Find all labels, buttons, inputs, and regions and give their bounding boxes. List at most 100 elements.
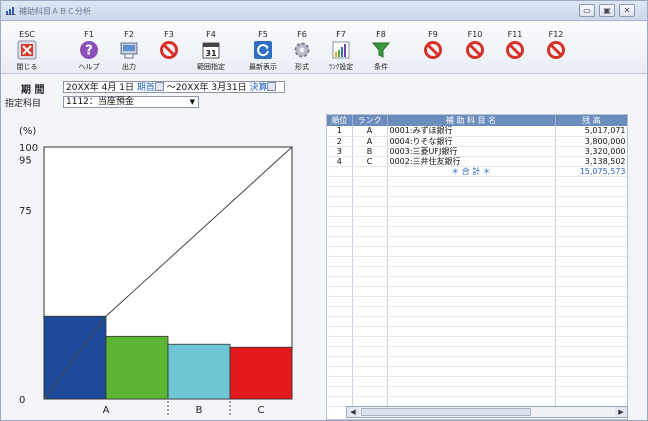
x-group-label: A xyxy=(103,405,110,416)
empty-cell xyxy=(387,276,556,287)
empty-cell xyxy=(327,296,353,307)
empty-row xyxy=(327,216,627,227)
name-cell: 0003:三菱UFJ銀行 xyxy=(387,146,556,157)
abc-chart-svg: 100 95 75 0 A B C (%) xyxy=(19,126,293,417)
account-label: 指定科目 xyxy=(5,99,42,109)
f11-button[interactable]: F11 xyxy=(493,22,537,74)
range-button[interactable]: F4 31 範囲指定 xyxy=(189,22,233,74)
empty-cell xyxy=(555,196,627,207)
x-group-label: B xyxy=(196,405,203,416)
total-value: 15,075,573 xyxy=(555,166,627,177)
empty-cell xyxy=(327,216,353,227)
chevron-down-icon: ▼ xyxy=(189,98,195,106)
col-rank-header[interactable]: 順位 xyxy=(327,115,353,126)
empty-cell xyxy=(555,296,627,307)
empty-row xyxy=(327,196,627,207)
empty-cell xyxy=(555,206,627,217)
condition-button[interactable]: F8 条件 xyxy=(359,22,403,74)
account-select[interactable]: 1112：当座預金 ▼ xyxy=(63,96,199,108)
col-name-header[interactable]: 補 助 科 目 名 xyxy=(387,115,556,126)
empty-cell xyxy=(327,396,353,407)
empty-cell xyxy=(352,246,388,257)
empty-cell xyxy=(387,306,556,317)
empty-cell xyxy=(387,376,556,387)
empty-row xyxy=(327,356,627,367)
empty-cell xyxy=(327,326,353,337)
empty-cell xyxy=(555,326,627,337)
empty-cell xyxy=(327,336,353,347)
gear-icon xyxy=(294,42,310,58)
bar xyxy=(229,346,293,400)
toolbar-label: 条件 xyxy=(374,63,388,71)
empty-row xyxy=(327,256,627,267)
empty-cell xyxy=(387,346,556,357)
empty-cell xyxy=(352,346,388,357)
total-row: ＊ 合 計 ＊ 15,075,573 xyxy=(327,166,627,177)
empty-cell xyxy=(555,336,627,347)
empty-cell xyxy=(352,236,388,247)
empty-row xyxy=(327,336,627,347)
empty-cell xyxy=(387,316,556,327)
empty-cell xyxy=(387,206,556,217)
empty-cell xyxy=(555,276,627,287)
empty-cell xyxy=(387,256,556,267)
col-class-header[interactable]: ランク xyxy=(352,115,388,126)
close-window-button[interactable]: ✕ xyxy=(619,4,635,17)
svg-text:31: 31 xyxy=(205,49,217,58)
empty-cell xyxy=(387,216,556,227)
account-row: 指定科目 1112：当座預金 ▼ xyxy=(1,96,647,110)
scroll-right-icon[interactable]: ▶ xyxy=(615,407,627,417)
scroll-left-icon[interactable]: ◀ xyxy=(347,407,359,417)
empty-cell xyxy=(555,366,627,377)
f12-button[interactable]: F12 xyxy=(534,22,578,74)
table-row[interactable]: 1 A 0001:みずほ銀行 5,017,071 xyxy=(327,126,627,137)
restore-button[interactable]: ▣ xyxy=(599,4,615,17)
empty-cell xyxy=(352,196,388,207)
fkey-label: F3 xyxy=(164,30,174,39)
fkey-label: F4 xyxy=(206,30,216,39)
f9-button[interactable]: F9 xyxy=(411,22,455,74)
empty-cell xyxy=(352,396,388,407)
period-end: 20XX年 3月31日 xyxy=(175,83,247,93)
empty-cell xyxy=(352,296,388,307)
empty-cell xyxy=(327,306,353,317)
name-cell: 0001:みずほ銀行 xyxy=(387,126,556,137)
blank-cell xyxy=(352,166,388,177)
toolbar-label: 範囲指定 xyxy=(197,63,225,71)
f10-button[interactable]: F10 xyxy=(453,22,497,74)
y-tick-label: 0 xyxy=(19,395,25,406)
fkey-label: F11 xyxy=(507,30,523,39)
ranking-table: 順位 ランク 補 助 科 目 名 残 高 1 A 0001:みずほ銀行 5,017,0… xyxy=(326,114,628,420)
table-row[interactable]: 3 B 0003:三菱UFJ銀行 3,320,000 xyxy=(327,146,627,157)
x-group-label: C xyxy=(258,405,265,416)
period-start-picker-icon[interactable] xyxy=(154,82,164,91)
empty-cell xyxy=(387,186,556,197)
empty-cell xyxy=(555,226,627,237)
table-row[interactable]: 2 A 0004:りそな銀行 3,800,000 xyxy=(327,136,627,147)
class-cell: C xyxy=(352,156,388,167)
minimize-button[interactable]: ▭ xyxy=(579,4,595,17)
empty-cell xyxy=(387,386,556,397)
fkey-label: F5 xyxy=(258,30,268,39)
period-field[interactable]: 20XX年 4月 1日 期首 ～20XX年 3月31日 決算 xyxy=(63,81,285,93)
window-title: 補助科目ＡＢＣ分析 xyxy=(19,7,91,16)
table-row[interactable]: 4 C 0002:三井住友銀行 3,138,502 xyxy=(327,156,627,167)
scroll-thumb[interactable] xyxy=(361,408,531,416)
empty-row xyxy=(327,226,627,237)
empty-row xyxy=(327,306,627,317)
empty-cell xyxy=(352,206,388,217)
horizontal-scrollbar[interactable]: ◀ ▶ xyxy=(346,406,628,418)
y-axis-label: (%) xyxy=(19,126,36,137)
col-balance-header[interactable]: 残 高 xyxy=(555,115,627,126)
period-end-picker-icon[interactable] xyxy=(267,82,277,91)
empty-cell xyxy=(327,176,353,187)
prohibited-icon xyxy=(160,41,178,59)
close-button[interactable]: ESC 閉じる xyxy=(5,22,49,74)
prohibited-icon xyxy=(547,41,565,59)
rank-cell: 4 xyxy=(327,156,353,167)
empty-cell xyxy=(555,346,627,357)
empty-cell xyxy=(555,286,627,297)
y-tick-label: 75 xyxy=(19,206,32,217)
output-button[interactable]: F2 出力 xyxy=(107,22,151,74)
empty-cell xyxy=(327,196,353,207)
